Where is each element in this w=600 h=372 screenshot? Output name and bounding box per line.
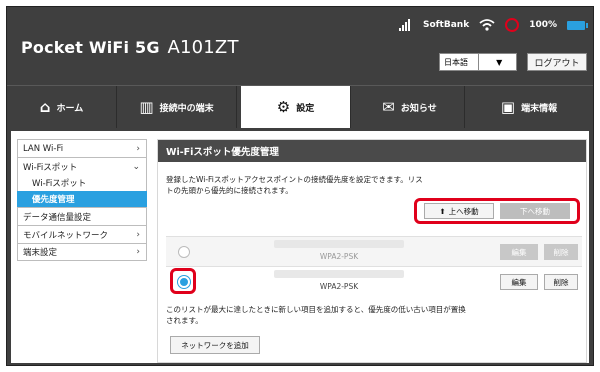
header: Pocket WiFi 5G A101ZT SoftBank 100% 日本語 …	[7, 7, 593, 79]
content-panel: Wi-Fiスポット優先度管理 登録したWi-Fiスポットアクセスポイントの接続優…	[157, 139, 587, 363]
sidebar-item-wifi-spot[interactable]: Wi-Fiスポット ⌄	[17, 157, 147, 175]
edit-button[interactable]: 編集	[500, 274, 538, 290]
delete-button[interactable]: 削除	[544, 244, 578, 260]
sidebar-item-label: Wi-Fiスポット	[32, 179, 87, 189]
add-network-button[interactable]: ネットワークを追加	[170, 336, 260, 354]
tab-devices[interactable]: ▥ 接続中の端末	[117, 86, 237, 128]
home-icon: ⌂	[39, 98, 51, 116]
sidebar-item-label: Wi-Fiスポット	[23, 162, 78, 173]
app-frame: Pocket WiFi 5G A101ZT SoftBank 100% 日本語 …	[6, 6, 594, 366]
chevron-down-icon: ▼	[477, 54, 517, 70]
sidebar-item-label: 優先度管理	[32, 195, 75, 205]
model-name: A101ZT	[167, 37, 239, 58]
sidebar-item-data-usage[interactable]: データ通信量設定	[17, 207, 147, 225]
tab-home[interactable]: ⌂ ホーム	[7, 86, 117, 128]
sidebar-item-label: 端末設定	[23, 248, 58, 258]
tab-device-info[interactable]: ▣ 端末情報	[465, 86, 593, 128]
logout-button[interactable]: ログアウト	[527, 53, 587, 71]
radio-button[interactable]	[178, 246, 190, 258]
page-body: LAN Wi-Fi › Wi-Fiスポット ⌄ Wi-Fiスポット 優先度管理 …	[11, 131, 589, 363]
sidebar-item-label: データ通信量設定	[23, 212, 92, 223]
sidebar-item-mobile-network[interactable]: モバイルネットワーク ›	[17, 225, 147, 243]
signal-icon	[398, 19, 413, 31]
alert-icon	[505, 18, 520, 32]
tab-label: 設定	[296, 103, 315, 114]
main-nav: ⌂ ホーム ▥ 接続中の端末 ⚙ 設定 ✉ お知らせ ▣ 端末情報	[7, 85, 593, 128]
tab-label: お知らせ	[400, 103, 437, 114]
status-bar: SoftBank 100%	[398, 17, 588, 33]
language-select[interactable]: 日本語 ▼	[439, 53, 517, 71]
delete-button[interactable]: 削除	[544, 274, 578, 290]
sidebar-item-lan-wifi[interactable]: LAN Wi-Fi ›	[17, 139, 147, 157]
security-type: WPA2-PSK	[319, 282, 359, 291]
list-item[interactable]: WPA2-PSK 編集 削除	[166, 266, 582, 296]
sidebar-subitem-wifi-spot[interactable]: Wi-Fiスポット	[17, 175, 147, 191]
info-icon: ▣	[500, 98, 516, 116]
chevron-right-icon: ›	[136, 143, 140, 154]
battery-label: 100%	[529, 20, 557, 30]
ssid-redacted	[274, 240, 404, 248]
ssid-redacted	[274, 270, 404, 278]
description-text: 登録したWi-Fiスポットアクセスポイントの接続優先度を設定できます。リストの先…	[166, 175, 423, 195]
carrier-label: SoftBank	[422, 20, 470, 30]
tab-notices[interactable]: ✉ お知らせ	[355, 86, 465, 128]
logo-text: Pocket WiFi 5G	[21, 38, 160, 57]
tab-label: 接続中の端末	[159, 103, 214, 114]
sidebar-item-device-settings[interactable]: 端末設定 ›	[17, 243, 147, 261]
battery-icon	[567, 20, 588, 30]
gear-icon: ⚙	[276, 98, 291, 116]
tab-label: 端末情報	[521, 103, 558, 114]
logo: Pocket WiFi 5G A101ZT	[21, 37, 239, 58]
wifi-icon	[479, 19, 495, 31]
move-down-button[interactable]: 下へ移動	[500, 203, 570, 219]
arrow-up-icon: ⬆	[439, 206, 446, 216]
chevron-right-icon: ›	[136, 229, 140, 240]
page-title: Wi-Fiスポット優先度管理	[158, 140, 586, 162]
radio-button-selected[interactable]	[178, 276, 190, 288]
move-up-button[interactable]: ⬆ 上へ移動	[424, 203, 494, 219]
sidebar-item-label: モバイルネットワーク	[23, 230, 109, 241]
mail-icon: ✉	[382, 98, 395, 116]
security-type: WPA2-PSK	[319, 252, 359, 261]
tab-settings[interactable]: ⚙ 設定	[241, 86, 351, 128]
move-up-label: 上へ移動	[448, 206, 479, 216]
sidebar: LAN Wi-Fi › Wi-Fiスポット ⌄ Wi-Fiスポット 優先度管理 …	[17, 139, 147, 261]
edit-button[interactable]: 編集	[500, 244, 538, 260]
chevron-down-icon: ⌄	[132, 161, 140, 172]
move-buttons-highlight: ⬆ 上へ移動 下へ移動	[414, 198, 580, 224]
tab-label: ホーム	[56, 103, 84, 114]
language-value: 日本語	[444, 57, 468, 67]
sidebar-subitem-priority[interactable]: 優先度管理	[17, 191, 147, 207]
list-item[interactable]: WPA2-PSK 編集 削除	[166, 236, 582, 266]
footer-note: このリストが最大に達したときに新しい項目を追加すると、優先度の低い古い項目が置換…	[166, 305, 466, 325]
sidebar-item-label: LAN Wi-Fi	[23, 143, 64, 154]
devices-icon: ▥	[139, 98, 154, 116]
chevron-right-icon: ›	[136, 247, 140, 257]
